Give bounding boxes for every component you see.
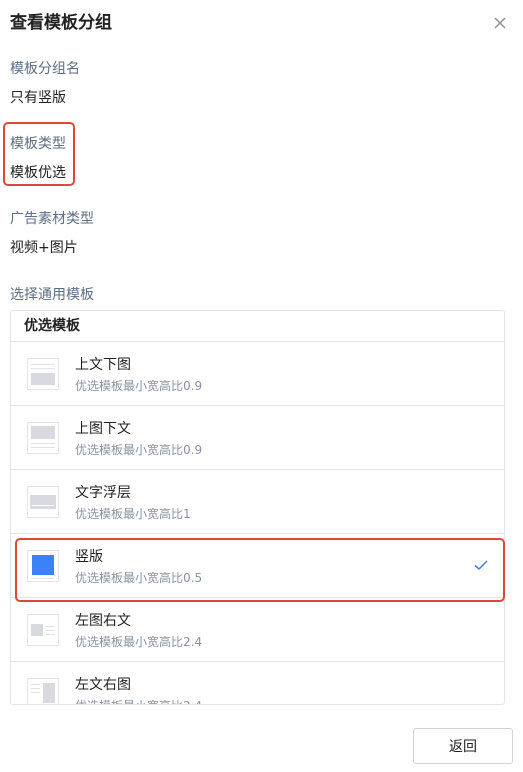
template-item-name: 左图右文 <box>75 613 131 629</box>
template-item-image-top[interactable]: 上图下文 优选模板最小宽高比0.9 <box>11 406 504 470</box>
material-type-value: 视频+图片 <box>10 240 78 256</box>
vertical-icon <box>27 550 59 582</box>
text-left-image-right-icon <box>27 678 59 704</box>
image-top-text-bottom-icon <box>27 422 59 454</box>
template-panel: 优选模板 上文下图 优选模板最小宽高比0.9 上图下文 优选模板最小宽高比0.9… <box>10 310 505 705</box>
template-item-name: 竖版 <box>75 549 103 565</box>
group-name-label: 模板分组名 <box>10 61 80 77</box>
template-item-name: 左文右图 <box>75 677 131 693</box>
template-select-label: 选择通用模板 <box>10 287 94 303</box>
back-button[interactable]: 返回 <box>413 728 513 764</box>
template-item-desc: 优选模板最小宽高比2.4 <box>75 697 202 704</box>
template-type-value: 模板优选 <box>10 165 66 181</box>
template-item-desc: 优选模板最小宽高比0.9 <box>75 379 203 393</box>
template-item-name: 上图下文 <box>75 421 131 437</box>
template-item-vertical[interactable]: 竖版 优选模板最小宽高比0.5 <box>11 534 504 598</box>
template-item-text-left[interactable]: 左文右图 优选模板最小宽高比2.4 <box>11 662 504 704</box>
template-item-desc: 优选模板最小宽高比0.5 <box>75 571 203 585</box>
close-icon[interactable] <box>491 14 509 32</box>
template-item-text-top[interactable]: 上文下图 优选模板最小宽高比0.9 <box>11 342 504 406</box>
template-item-desc: 优选模板最小宽高比0.9 <box>75 443 203 457</box>
template-type-label: 模板类型 <box>10 136 66 152</box>
template-item-desc: 优选模板最小宽高比1 <box>75 507 191 521</box>
image-left-text-right-icon <box>27 614 59 646</box>
material-type-label: 广告素材类型 <box>10 211 94 227</box>
template-item-name: 文字浮层 <box>75 485 131 501</box>
panel-title: 优选模板 <box>11 311 504 342</box>
template-item-name: 上文下图 <box>75 357 131 373</box>
group-name-value: 只有竖版 <box>10 90 66 106</box>
text-overlay-icon <box>27 486 59 518</box>
checkmark-icon <box>474 560 488 571</box>
text-top-image-bottom-icon <box>27 358 59 390</box>
dialog-title: 查看模板分组 <box>10 13 112 33</box>
template-item-image-left[interactable]: 左图右文 优选模板最小宽高比2.4 <box>11 598 504 662</box>
template-item-overlay[interactable]: 文字浮层 优选模板最小宽高比1 <box>11 470 504 534</box>
template-item-desc: 优选模板最小宽高比2.4 <box>75 635 203 649</box>
